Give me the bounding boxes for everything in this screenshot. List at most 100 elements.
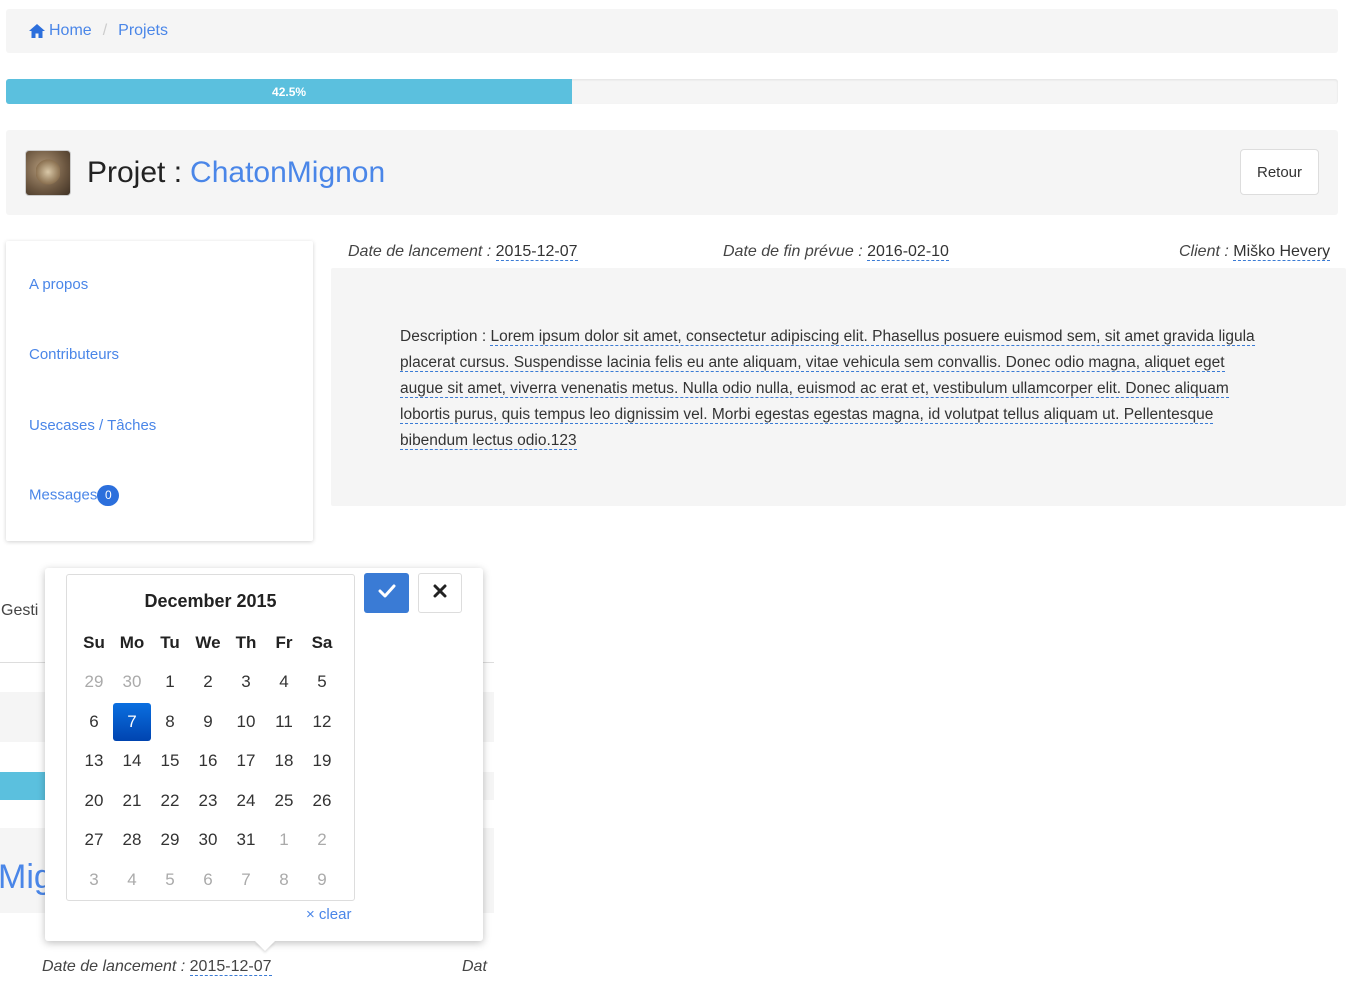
check-icon [378, 584, 396, 603]
breadcrumb: Home / Projets [6, 9, 1338, 53]
calendar-week-row: 13 14 15 16 17 18 19 [75, 742, 341, 782]
progress-track: 42.5% [6, 79, 1338, 104]
calendar-day[interactable]: 23 [189, 782, 227, 820]
calendar-day[interactable]: 9 [189, 703, 227, 741]
calendar-day[interactable]: 12 [303, 703, 341, 741]
calendar-day[interactable]: 30 [189, 821, 227, 859]
calendar-day[interactable]: 9 [303, 861, 341, 899]
calendar-day[interactable]: 1 [151, 663, 189, 701]
client: Client : Miško Hevery [1179, 243, 1331, 261]
end-date-label: Date de fin prévue : [723, 243, 863, 260]
description-value[interactable]: Lorem ipsum dolor sit amet, consectetur … [400, 328, 1255, 450]
calendar-day[interactable]: 15 [151, 742, 189, 780]
calendar-day[interactable]: 5 [303, 663, 341, 701]
weekday-header: Su [83, 632, 105, 652]
weekday-header: Th [235, 632, 257, 652]
calendar-day[interactable]: 21 [113, 782, 151, 820]
confirm-button[interactable] [364, 573, 409, 613]
calendar-day[interactable]: 22 [151, 782, 189, 820]
description-panel: Description : Lorem ipsum dolor sit amet… [331, 268, 1346, 506]
cancel-button[interactable] [418, 573, 462, 613]
calendar-month-title[interactable]: December 2015 [67, 591, 354, 612]
launch-date-value[interactable]: 2015-12-07 [495, 243, 578, 261]
weekday-header: Fr [275, 632, 293, 652]
end-date: Date de fin prévue : 2016-02-10 [723, 243, 949, 261]
progress-bar: 42.5% [6, 79, 573, 104]
clear-date-link[interactable]: × clear [306, 906, 351, 923]
calendar-grid: Su Mo Tu We Th Fr Sa 29 30 1 2 3 4 5 6 7 8 9 10 11 12 13 14 15 1… [75, 623, 341, 900]
sidenav-item-messages[interactable]: Messages 0 [29, 485, 120, 506]
weekday-header: Sa [311, 632, 333, 652]
project-name: ChatonMignon [190, 155, 386, 189]
datepicker-popover: December 2015 Su Mo Tu We Th Fr Sa 29 30 1 2 3 4 5 6 7 8… [45, 568, 483, 951]
calendar-day[interactable]: 20 [75, 782, 113, 820]
calendar-week-row: 29 30 1 2 3 4 5 [75, 663, 341, 703]
calendar-day[interactable]: 24 [227, 782, 265, 820]
calendar-day[interactable]: 1 [265, 821, 303, 859]
project-avatar [25, 149, 71, 196]
calendar-day[interactable]: 10 [227, 703, 265, 741]
end-date-value[interactable]: 2016-02-10 [867, 243, 949, 261]
popover-arrow [255, 941, 275, 951]
weekday-header: We [195, 632, 221, 652]
launch-date: Date de lancement : 2015-12-07 [348, 243, 578, 261]
weekday-header: Mo [119, 632, 145, 652]
calendar-day[interactable]: 14 [113, 742, 151, 780]
calendar-week-row: 27 28 29 30 31 1 2 [75, 821, 341, 861]
sidenav-item-label: Messages [29, 486, 98, 504]
calendar-day[interactable]: 2 [189, 663, 227, 701]
calendar-day[interactable]: 27 [75, 821, 113, 859]
calendar-day[interactable]: 6 [189, 861, 227, 899]
calendar-day[interactable]: 18 [265, 742, 303, 780]
sidenav-item-usecases[interactable]: Usecases / Tâches [29, 417, 156, 434]
calendar-week-row: 6 7 8 9 10 11 12 [75, 702, 341, 742]
weekday-header: Tu [160, 632, 180, 652]
calendar-day[interactable]: 3 [227, 663, 265, 701]
calendar-day[interactable]: 8 [265, 861, 303, 899]
calendar-day[interactable]: 25 [265, 782, 303, 820]
calendar-day[interactable]: 29 [75, 663, 113, 701]
description-label: Description : [400, 328, 487, 345]
calendar-week-row: 20 21 22 23 24 25 26 [75, 781, 341, 821]
ghost-launch-date: Date de lancement : 2015-12-07 [42, 958, 272, 976]
project-title-prefix: Projet : [87, 155, 183, 189]
calendar-day[interactable]: 19 [303, 742, 341, 780]
calendar-day[interactable]: 2 [303, 821, 341, 859]
calendar-day[interactable]: 6 [75, 703, 113, 741]
calendar-day[interactable]: 30 [113, 663, 151, 701]
launch-date-label: Date de lancement : [348, 243, 492, 260]
close-icon [433, 584, 447, 603]
back-button[interactable]: Retour [1240, 149, 1319, 195]
calendar-day[interactable]: 29 [151, 821, 189, 859]
calendar-day[interactable]: 28 [113, 821, 151, 859]
project-sidenav: A propos Contributeurs Usecases / Tâches… [6, 241, 313, 541]
sidenav-item-contributeurs[interactable]: Contributeurs [29, 346, 119, 363]
sidenav-item-a-propos[interactable]: A propos [29, 276, 88, 293]
breadcrumb-home-link[interactable]: Home [49, 22, 92, 40]
calendar-day[interactable]: 17 [227, 742, 265, 780]
breadcrumb-separator: / [102, 22, 108, 39]
ghost-dat-text: Dat [462, 958, 487, 975]
client-value[interactable]: Miško Hevery [1233, 243, 1331, 261]
calendar-day[interactable]: 31 [227, 821, 265, 859]
calendar-day[interactable]: 11 [265, 703, 303, 741]
calendar-day[interactable]: 13 [75, 742, 113, 780]
home-icon[interactable] [28, 23, 46, 39]
calendar: December 2015 Su Mo Tu We Th Fr Sa 29 30 1 2 3 4 5 6 7 8… [66, 574, 355, 901]
page-title: Projet : ChatonMignon [87, 156, 385, 190]
calendar-day[interactable]: 16 [189, 742, 227, 780]
calendar-day[interactable]: 4 [113, 861, 151, 899]
breadcrumb-projets-link[interactable]: Projets [118, 22, 168, 40]
calendar-week-row: 3456789 [75, 860, 341, 900]
calendar-day[interactable]: 7 [113, 702, 151, 741]
calendar-day[interactable]: 7 [227, 861, 265, 899]
client-label: Client : [1179, 243, 1229, 260]
ghost-launch-date-label: Date de lancement : [42, 958, 186, 975]
calendar-day[interactable]: 5 [151, 861, 189, 899]
ghost-gesti-text: Gesti [1, 602, 39, 619]
calendar-day[interactable]: 3 [75, 861, 113, 899]
calendar-day[interactable]: 8 [151, 703, 189, 741]
progress-label: 42.5% [272, 84, 307, 99]
calendar-day[interactable]: 26 [303, 782, 341, 820]
calendar-day[interactable]: 4 [265, 663, 303, 701]
